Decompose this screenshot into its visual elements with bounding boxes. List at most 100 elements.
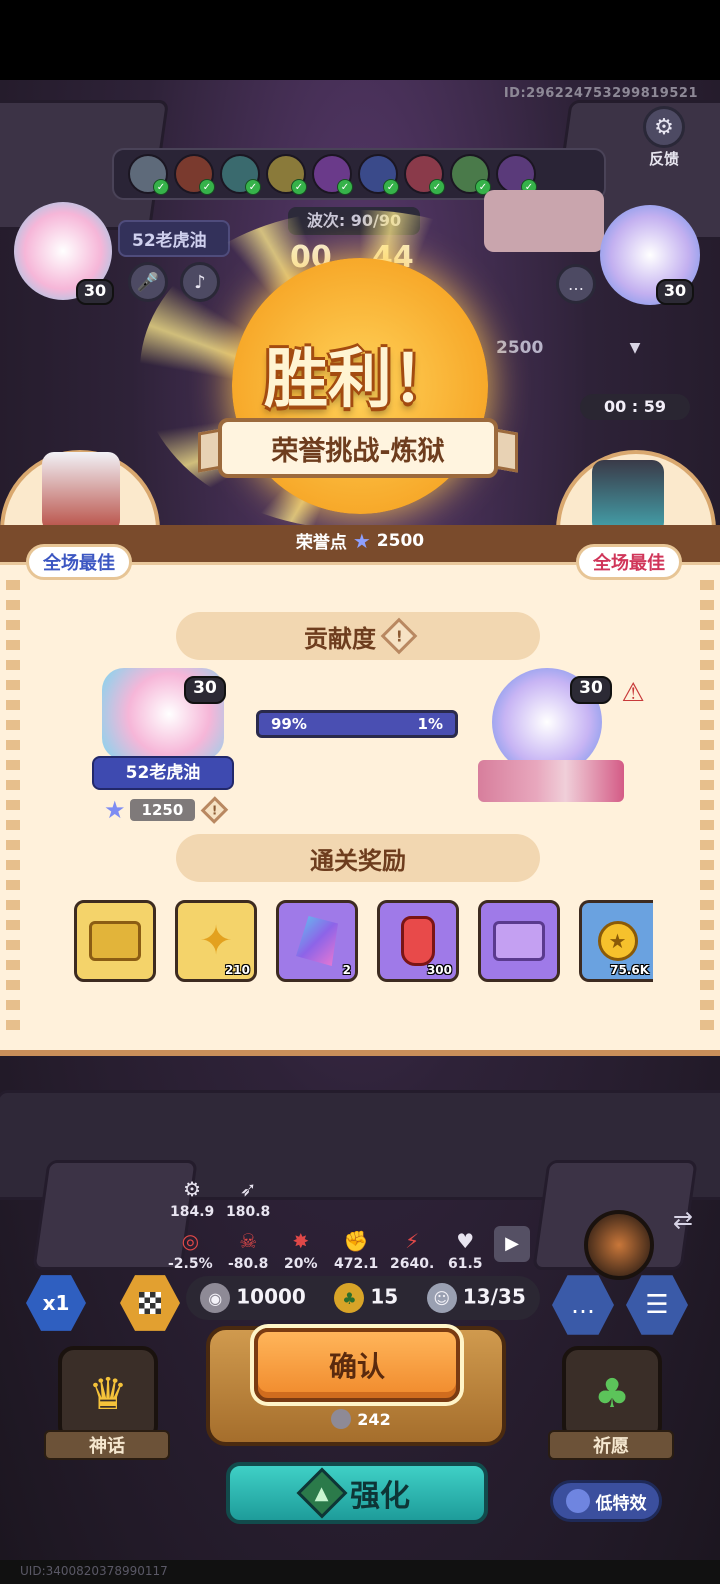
stat-burst: ✸ 20% (284, 1228, 318, 1272)
hero-slot: ✓ (312, 154, 353, 195)
points-value: 1250 (129, 799, 196, 821)
honor-value: 2500 (376, 530, 425, 551)
star-icon: ★ (352, 528, 371, 553)
clover-icon: ♣ (334, 1283, 365, 1313)
right-contributor-name-pixelated (478, 760, 624, 802)
confirm-button[interactable]: 确认 (254, 1328, 460, 1402)
hero-slot: ✓ (266, 154, 307, 195)
effects-icon (565, 1489, 590, 1513)
right-percent: 1% (417, 715, 443, 733)
enhance-button[interactable]: ▲ 强化 (226, 1462, 488, 1524)
reward-purple-chest[interactable] (478, 900, 560, 982)
reward-golden-key[interactable]: ✦ 210 (175, 900, 257, 982)
rewards-header: 通关奖励 (176, 834, 540, 882)
reward-count: 2 (342, 963, 351, 977)
report-warning-icon[interactable]: ⚠ (616, 678, 650, 708)
low-effects-toggle[interactable]: 低特效 (550, 1480, 662, 1522)
stat-fist: ✊ 472.1 (334, 1228, 378, 1272)
star-icon: ★ (104, 796, 126, 824)
pray-button[interactable]: ♣ (562, 1346, 662, 1442)
hero-slot: ✓ (128, 154, 169, 195)
contribution-bar: 99% 1% (256, 710, 458, 738)
stat-value: 61.5 (448, 1256, 483, 1272)
myth-button[interactable]: ♛ (58, 1346, 158, 1442)
status-bar (0, 0, 720, 80)
chat-bubble-icon[interactable]: … (556, 264, 596, 304)
coin-icon: ★ (597, 921, 638, 961)
swap-icon[interactable]: ⇄ (662, 1206, 704, 1242)
summon-cost: 242 (306, 1406, 416, 1432)
left-contributor-level: 30 (184, 676, 226, 704)
play-icon[interactable]: ▶ (494, 1226, 530, 1262)
hero-slot: ✓ (450, 154, 491, 195)
left-contributor-name: 52老虎油 (92, 756, 234, 790)
enhance-label: 强化 (350, 1479, 410, 1514)
left-percent: 99% (271, 715, 307, 733)
hero-slot: ✓ (174, 154, 215, 195)
myth-label: 神话 (44, 1430, 170, 1460)
feedback-button[interactable]: ⚙ 反馈 (640, 106, 688, 169)
stat-skull: ☠ -80.8 (228, 1228, 268, 1272)
stat-value: 20% (284, 1256, 318, 1272)
chat-icon: … (571, 1291, 595, 1319)
best-right-tag: 全场最佳 (576, 544, 682, 580)
left-contributor-points: ★ 1250 ! (104, 796, 229, 824)
menu-icon: ☰ (645, 1290, 669, 1320)
microphone-icon[interactable]: 🎤 (128, 262, 168, 302)
reward-crystal[interactable]: 2 (276, 900, 358, 982)
right-contributor-level: 30 (570, 676, 612, 704)
cost-value: 242 (357, 1409, 391, 1429)
stat-value: 184.9 (170, 1204, 215, 1220)
hero-slot: ✓ (220, 154, 261, 195)
victory-title: 胜利！ (264, 343, 456, 417)
potion-icon (401, 916, 435, 966)
best-left-tag: 全场最佳 (26, 544, 132, 580)
silver-coin-icon: ◉ (200, 1283, 231, 1313)
best-left-hero (42, 452, 120, 532)
key-icon: ✦ (199, 918, 233, 964)
crit-icon: ⚡ (405, 1229, 420, 1253)
crown-icon: ♛ (88, 1368, 128, 1420)
ghost-icon: ☺ (426, 1283, 457, 1313)
unit-value: 13/35 (462, 1284, 526, 1309)
right-player-level: 30 (656, 279, 694, 305)
left-player-level: 30 (76, 279, 114, 305)
silver-value: 10000 (236, 1284, 306, 1309)
chest-icon (493, 921, 545, 961)
reward-gold-coin[interactable]: ★ 75.6K (579, 900, 653, 982)
fist-icon: ✊ (343, 1229, 369, 1253)
boss-portrait[interactable] (584, 1210, 654, 1280)
best-right-hero (592, 460, 664, 534)
contribution-header: 贡献度 ! (176, 612, 540, 660)
hero-slot: ✓ (496, 154, 537, 195)
panel-edge-left (6, 580, 20, 1040)
low-fx-label: 低特效 (595, 1493, 647, 1514)
reward-gold-chest[interactable] (74, 900, 156, 982)
hero-slot: ✓ (358, 154, 399, 195)
crystal-icon (296, 916, 338, 966)
stat-crit: ⚡ 2640. (390, 1228, 434, 1272)
hero-slot: ✓ (404, 154, 445, 195)
clover-icon: ♣ (594, 1371, 630, 1417)
checker-icon (139, 1292, 161, 1314)
info-icon[interactable]: ! (380, 617, 418, 655)
wing-icon: ➶ (239, 1177, 257, 1201)
skull-icon: ☠ (239, 1229, 258, 1253)
reward-potion[interactable]: 300 (377, 900, 459, 982)
stat-value: -80.8 (228, 1256, 269, 1272)
stat-speed: ⚙ 184.9 (170, 1176, 214, 1220)
upgrade-arrow-icon: ▲ (296, 1467, 348, 1519)
bottom-id-bar: UID:3400820378990117 (0, 1560, 720, 1584)
bottom-uid: UID:3400820378990117 (20, 1564, 168, 1578)
silver-resource: ◉ 10000 (200, 1283, 306, 1313)
target-icon: ◎ (181, 1229, 200, 1253)
speed-icon: ⚙ (183, 1177, 202, 1201)
chest-icon (89, 921, 141, 961)
burst-icon: ✸ (292, 1229, 310, 1253)
pray-label: 祈愿 (548, 1430, 674, 1460)
silver-coin-icon (331, 1409, 352, 1429)
gear-icon: ⚙ (643, 106, 685, 148)
stat-target: ◎ -2.5% (168, 1228, 213, 1272)
honor-label: 荣誉点 (295, 533, 347, 553)
rewards-title: 通关奖励 (310, 846, 406, 875)
